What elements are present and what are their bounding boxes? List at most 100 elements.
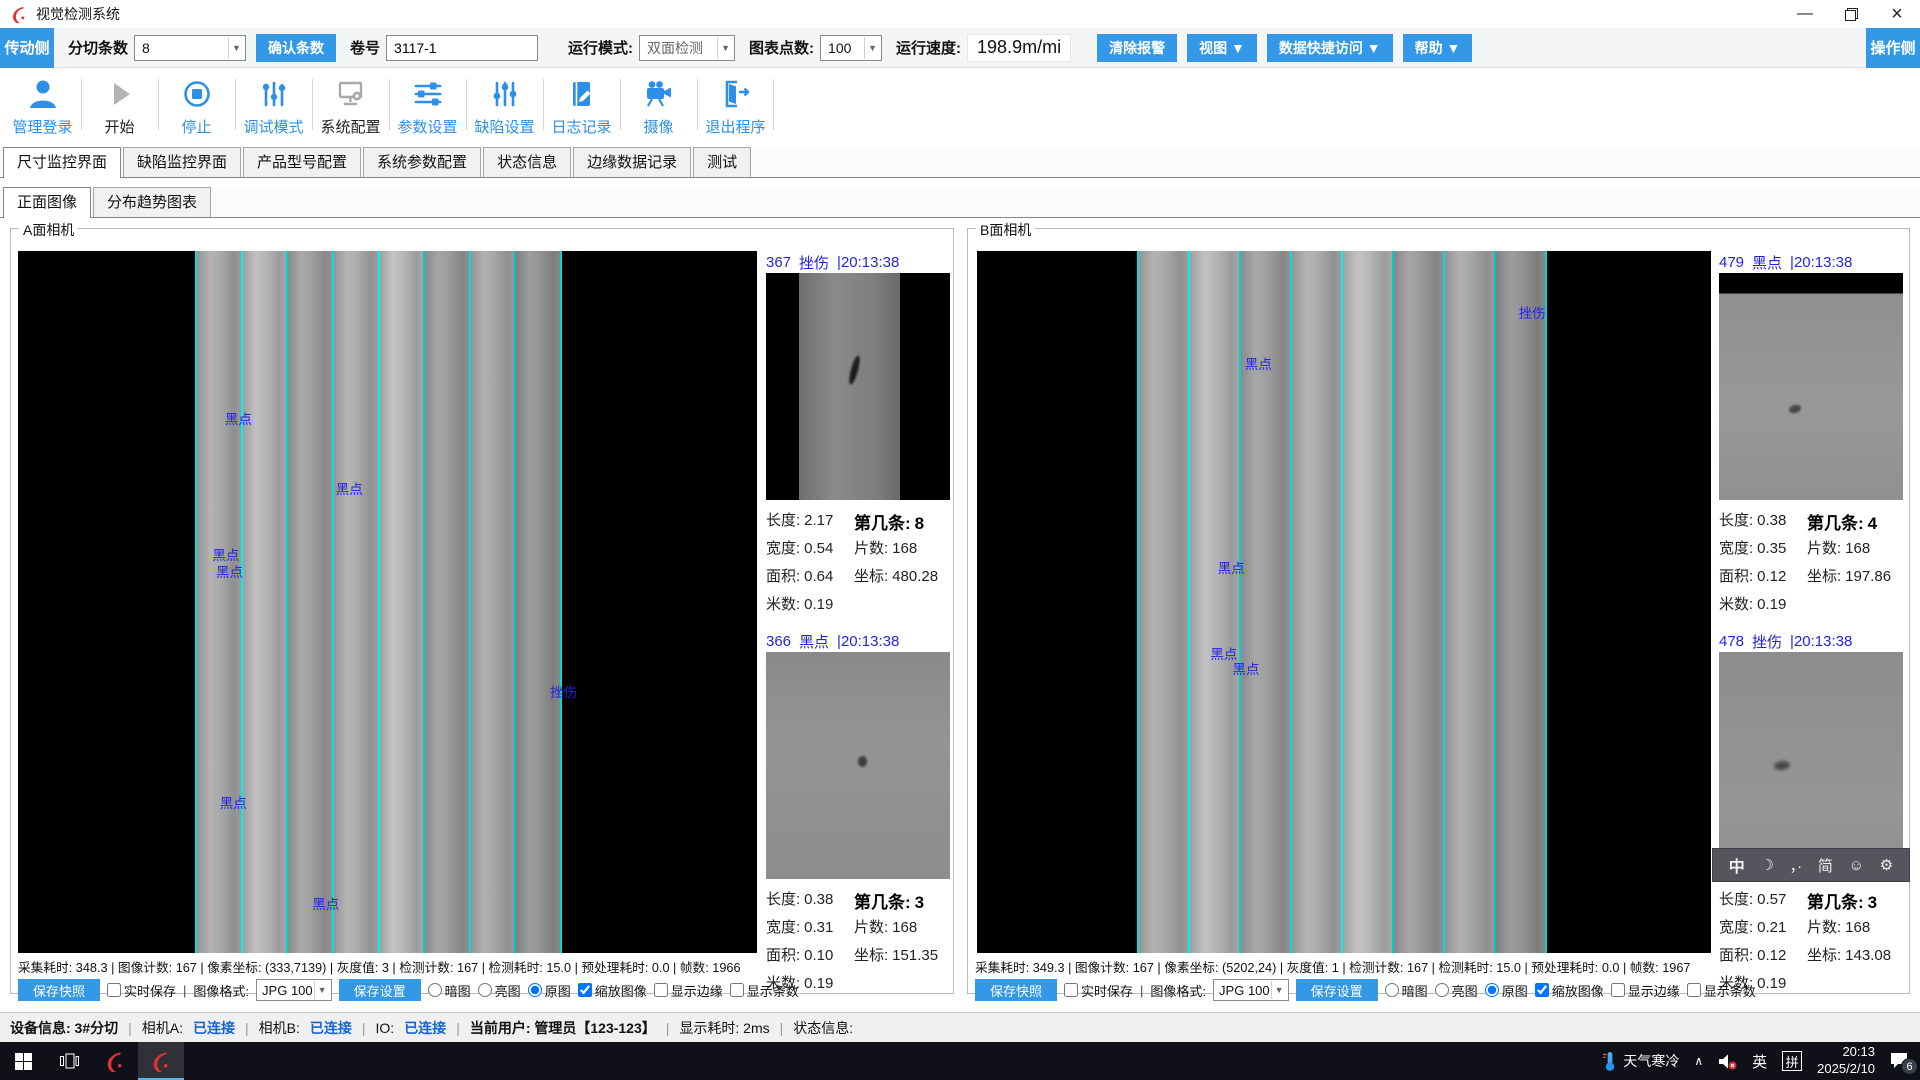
system-config-button[interactable]: 系统配置 bbox=[312, 69, 389, 142]
subtab-trend-chart[interactable]: 分布趋势图表 bbox=[93, 187, 211, 217]
show-strips-checkbox-input[interactable] bbox=[1687, 983, 1701, 997]
save-settings-button[interactable]: 保存设置 bbox=[1296, 979, 1378, 1001]
ime-mode-button[interactable]: 中 bbox=[1729, 853, 1745, 877]
show-edge-checkbox[interactable]: 显示边缘 bbox=[1611, 981, 1680, 1000]
run-mode-select[interactable]: 双面检测 ▼ bbox=[639, 35, 735, 61]
clear-alarm-button[interactable]: 清除报警 bbox=[1097, 34, 1177, 62]
dark-image-radio-input[interactable] bbox=[428, 983, 442, 997]
log-record-button[interactable]: 日志记录 bbox=[543, 69, 620, 142]
dark-image-radio[interactable]: 暗图 bbox=[1385, 981, 1428, 1000]
stat-value: 480.28 bbox=[892, 568, 938, 585]
bright-image-radio[interactable]: 亮图 bbox=[478, 981, 521, 1000]
tab-status-info[interactable]: 状态信息 bbox=[483, 147, 571, 177]
debug-mode-button[interactable]: 调试模式 bbox=[235, 69, 312, 142]
tab-edge-data-record[interactable]: 边缘数据记录 bbox=[573, 147, 691, 177]
save-snapshot-button[interactable]: 保存快照 bbox=[18, 979, 100, 1001]
strip bbox=[1443, 251, 1494, 953]
admin-login-button[interactable]: 管理登录 bbox=[4, 69, 81, 142]
ime-indicator[interactable]: 拼 bbox=[1782, 1051, 1802, 1071]
current-user: 当前用户: 管理员【123-123】 bbox=[470, 1018, 656, 1038]
slit-count-select[interactable]: 8 ▼ bbox=[134, 35, 246, 61]
view-menu-button[interactable]: 视图 ▼ bbox=[1187, 34, 1257, 62]
notification-center-button[interactable]: 6 bbox=[1890, 1052, 1910, 1070]
operate-side-button[interactable]: 操作侧 bbox=[1866, 28, 1920, 68]
bright-image-radio[interactable]: 亮图 bbox=[1435, 981, 1478, 1000]
roll-no-input[interactable] bbox=[386, 35, 538, 61]
param-settings-button[interactable]: 参数设置 bbox=[389, 69, 466, 142]
exit-program-button[interactable]: 退出程序 bbox=[697, 69, 774, 142]
zoom-image-checkbox[interactable]: 缩放图像 bbox=[578, 981, 647, 1000]
original-image-radio[interactable]: 原图 bbox=[528, 981, 571, 1000]
defect-thumbnail bbox=[1719, 652, 1903, 879]
show-edge-checkbox-input[interactable] bbox=[1611, 983, 1625, 997]
defect-annotation: 黑点 bbox=[220, 792, 247, 812]
strip bbox=[1341, 251, 1392, 953]
realtime-save-checkbox[interactable]: 实时保存 bbox=[1064, 981, 1133, 1000]
dark-image-radio-input[interactable] bbox=[1385, 983, 1399, 997]
restore-button[interactable] bbox=[1828, 0, 1874, 28]
show-edge-checkbox[interactable]: 显示边缘 bbox=[654, 981, 723, 1000]
subtab-front-image[interactable]: 正面图像 bbox=[3, 187, 91, 218]
help-menu-button[interactable]: 帮助 ▼ bbox=[1403, 34, 1473, 62]
stat-value: 0.19 bbox=[1757, 596, 1786, 613]
bright-image-radio-input[interactable] bbox=[1435, 983, 1449, 997]
tab-defect-monitor[interactable]: 缺陷监控界面 bbox=[123, 147, 241, 177]
debug-sliders-icon bbox=[255, 75, 293, 113]
defect-card[interactable]: 479 黑点 |20:13:38 长度:0.38 第几条:4 宽度:0.35 片… bbox=[1719, 251, 1903, 616]
stat-label: 第几条: bbox=[854, 888, 911, 913]
realtime-save-checkbox-input[interactable] bbox=[107, 983, 121, 997]
save-snapshot-button[interactable]: 保存快照 bbox=[975, 979, 1057, 1001]
stat-label: 第几条: bbox=[1807, 509, 1864, 534]
show-edge-checkbox-input[interactable] bbox=[654, 983, 668, 997]
stat-value: 168 bbox=[1845, 540, 1870, 557]
zoom-image-checkbox-input[interactable] bbox=[578, 983, 592, 997]
save-settings-button[interactable]: 保存设置 bbox=[339, 979, 421, 1001]
tab-test[interactable]: 测试 bbox=[693, 147, 751, 177]
taskbar-clock[interactable]: 20:13 2025/2/10 bbox=[1817, 1044, 1875, 1078]
taskbar-app-icon[interactable] bbox=[92, 1042, 138, 1080]
ime-emoji-button[interactable]: ☺ bbox=[1849, 857, 1864, 874]
record-video-button[interactable]: 摄像 bbox=[620, 69, 697, 142]
thumb-defect-mark bbox=[1788, 403, 1802, 414]
show-strips-checkbox-input[interactable] bbox=[730, 983, 744, 997]
confirm-count-button[interactable]: 确认条数 bbox=[256, 34, 336, 62]
original-image-radio[interactable]: 原图 bbox=[1485, 981, 1528, 1000]
defect-card[interactable]: 366 黑点 |20:13:38 长度:0.38 第几条:3 宽度:0.31 片… bbox=[766, 630, 950, 995]
stop-button[interactable]: 停止 bbox=[158, 69, 235, 142]
weather-widget[interactable]: 天气寒冷 bbox=[1602, 1050, 1679, 1072]
tab-size-monitor[interactable]: 尺寸监控界面 bbox=[3, 147, 121, 178]
ime-punctuation-button[interactable]: ，· bbox=[1790, 855, 1803, 876]
ime-simplified-button[interactable]: 简 bbox=[1818, 855, 1833, 876]
original-image-radio-input[interactable] bbox=[1485, 983, 1499, 997]
quick-data-menu-button[interactable]: 数据快捷访问 ▼ bbox=[1267, 34, 1393, 62]
main-tab-bar: 尺寸监控界面 缺陷监控界面 产品型号配置 系统参数配置 状态信息 边缘数据记录 … bbox=[0, 147, 1920, 178]
drive-side-button[interactable]: 传动侧 bbox=[0, 28, 54, 68]
realtime-save-checkbox[interactable]: 实时保存 bbox=[107, 981, 176, 1000]
dark-image-radio[interactable]: 暗图 bbox=[428, 981, 471, 1000]
defect-settings-button[interactable]: 缺陷设置 bbox=[466, 69, 543, 142]
tab-system-param-config[interactable]: 系统参数配置 bbox=[363, 147, 481, 177]
language-indicator[interactable]: 英 bbox=[1752, 1051, 1767, 1072]
tray-expand-chevron[interactable]: ∧ bbox=[1694, 1054, 1703, 1068]
tab-product-model-config[interactable]: 产品型号配置 bbox=[243, 147, 361, 177]
original-image-radio-input[interactable] bbox=[528, 983, 542, 997]
image-format-select[interactable]: JPG 100 ▼ bbox=[256, 979, 332, 1001]
realtime-save-checkbox-input[interactable] bbox=[1064, 983, 1078, 997]
task-view-button[interactable] bbox=[46, 1042, 92, 1080]
defect-card[interactable]: 478 挫伤 |20:13:38 长度:0.57 第几条:3 宽度:0.21 片… bbox=[1719, 630, 1903, 995]
chart-points-select[interactable]: 100 ▼ bbox=[820, 35, 882, 61]
minimize-button[interactable]: — bbox=[1782, 0, 1828, 28]
bright-image-radio-input[interactable] bbox=[478, 983, 492, 997]
image-format-select[interactable]: JPG 100 ▼ bbox=[1213, 979, 1289, 1001]
ime-shape-button[interactable]: ☽ bbox=[1760, 856, 1773, 874]
close-button[interactable]: × bbox=[1874, 0, 1920, 28]
defect-card[interactable]: 367 挫伤 |20:13:38 长度:2.17 第几条:8 宽度:0.54 片… bbox=[766, 251, 950, 616]
ime-settings-button[interactable]: ⚙ bbox=[1880, 856, 1893, 874]
taskbar-app-icon-active[interactable] bbox=[138, 1042, 184, 1080]
start-button[interactable]: 开始 bbox=[81, 69, 158, 142]
stat-value: 0.19 bbox=[1757, 975, 1786, 992]
zoom-image-checkbox[interactable]: 缩放图像 bbox=[1535, 981, 1604, 1000]
zoom-image-checkbox-input[interactable] bbox=[1535, 983, 1549, 997]
start-menu-button[interactable] bbox=[0, 1042, 46, 1080]
speaker-muted-icon[interactable] bbox=[1718, 1053, 1737, 1070]
